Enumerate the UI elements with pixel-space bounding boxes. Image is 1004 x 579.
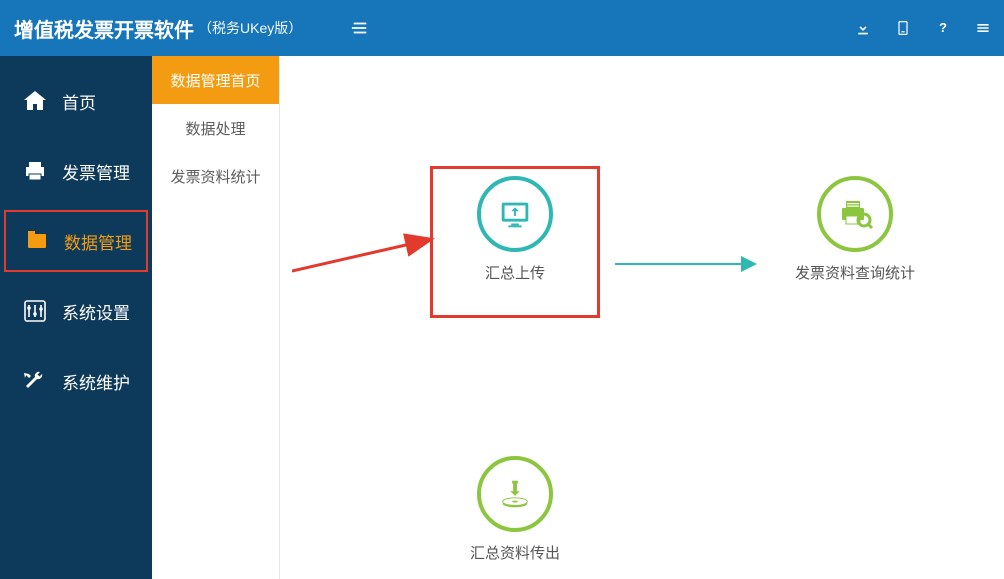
- upload-monitor-icon: [477, 176, 553, 252]
- home-icon: [22, 88, 48, 114]
- sidebar-item-invoice[interactable]: 发票管理: [0, 140, 152, 202]
- menu-icon[interactable]: [974, 19, 992, 37]
- action-query[interactable]: 发票资料查询统计: [780, 176, 930, 283]
- app-subtitle: （税务UKey版）: [198, 18, 302, 38]
- subnav-item-process[interactable]: 数据处理: [152, 104, 279, 152]
- download-icon[interactable]: [854, 19, 872, 37]
- action-export[interactable]: 汇总资料传出: [440, 456, 590, 563]
- sidebar-item-data[interactable]: 数据管理: [4, 210, 148, 272]
- sidebar-item-label: 系统维护: [62, 369, 130, 394]
- app-title: 增值税发票开票软件: [14, 14, 194, 43]
- export-disk-icon: [477, 456, 553, 532]
- subnav-item-label: 发票资料统计: [170, 166, 260, 187]
- flow-arrow-icon: [615, 254, 765, 274]
- action-upload[interactable]: 汇总上传: [440, 176, 590, 283]
- printer-icon: [22, 158, 48, 184]
- svg-text:?: ?: [939, 20, 947, 35]
- sidebar-item-label: 首页: [62, 89, 96, 114]
- topbar-right: ?: [854, 19, 992, 37]
- action-label: 发票资料查询统计: [780, 262, 930, 283]
- sliders-icon: [22, 298, 48, 324]
- sidebar-item-label: 发票管理: [62, 159, 130, 184]
- subnav-item-label: 数据处理: [185, 118, 245, 139]
- content-area: 汇总上传 发票资料查询统计: [280, 56, 1004, 579]
- sidebar-item-label: 数据管理: [64, 229, 132, 254]
- sidebar: 首页 发票管理 数据管理 系统设置 系统维护: [0, 56, 152, 579]
- sidebar-item-maintenance[interactable]: 系统维护: [0, 350, 152, 412]
- action-label: 汇总资料传出: [440, 542, 590, 563]
- subnav-item-label: 数据管理首页: [170, 70, 260, 91]
- action-label: 汇总上传: [440, 262, 590, 283]
- query-printer-icon: [817, 176, 893, 252]
- sidebar-item-home[interactable]: 首页: [0, 70, 152, 132]
- sidebar-item-label: 系统设置: [62, 299, 130, 324]
- annotation-arrow-icon: [292, 231, 442, 281]
- subnav-item-stats[interactable]: 发票资料统计: [152, 152, 279, 200]
- data-card-icon: [24, 228, 50, 254]
- help-icon[interactable]: ?: [934, 19, 952, 37]
- tools-icon: [22, 368, 48, 394]
- menu-collapse-icon: [351, 19, 369, 37]
- topbar: 增值税发票开票软件 （税务UKey版） ?: [0, 0, 1004, 56]
- collapse-toggle[interactable]: [330, 19, 390, 37]
- device-icon[interactable]: [894, 19, 912, 37]
- subnav-item-home[interactable]: 数据管理首页: [152, 56, 279, 104]
- sidebar-item-settings[interactable]: 系统设置: [0, 280, 152, 342]
- subnav: 数据管理首页 数据处理 发票资料统计: [152, 56, 280, 579]
